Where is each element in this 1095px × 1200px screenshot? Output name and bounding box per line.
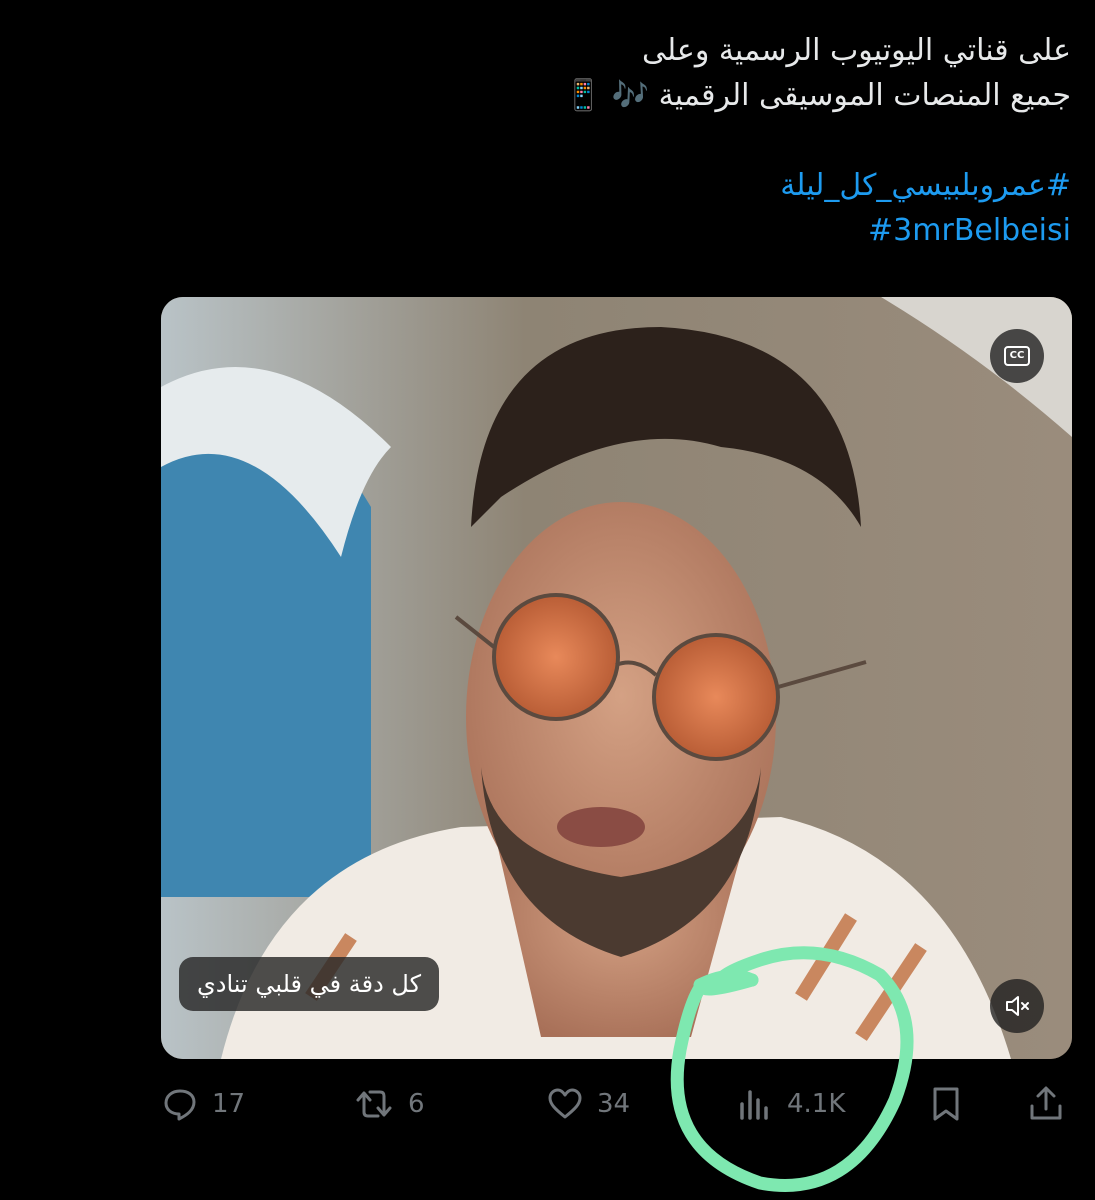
video-frame xyxy=(161,297,1072,1059)
mute-button[interactable] xyxy=(990,979,1044,1033)
repost-count: 6 xyxy=(408,1089,425,1119)
captions-button[interactable]: CC xyxy=(990,329,1044,383)
tweet-line-2: جميع المنصات الموسيقى الرقمية 🎶 📱 xyxy=(564,78,1071,113)
hashtag-latin-link[interactable]: #3mrBelbeisi xyxy=(171,208,1071,253)
views-icon xyxy=(740,1090,768,1120)
bookmark-icon xyxy=(933,1087,959,1121)
tweet-text: على قناتي اليوتيوب الرسمية وعلى جميع الم… xyxy=(171,28,1071,253)
views-count: 4.1K xyxy=(787,1089,846,1119)
bookmark-button[interactable] xyxy=(928,1078,964,1130)
reply-button[interactable]: 17 xyxy=(160,1078,245,1130)
share-icon xyxy=(1030,1086,1062,1120)
like-button[interactable]: 34 xyxy=(545,1078,630,1130)
video-subtitle: كل دقة في قلبي تنادي xyxy=(179,957,439,1011)
mute-icon xyxy=(1006,996,1029,1016)
reply-count: 17 xyxy=(212,1089,246,1119)
share-button[interactable] xyxy=(1026,1078,1066,1130)
views-button[interactable]: 4.1K xyxy=(735,1078,845,1130)
video-player[interactable]: CC كل دقة في قلبي تنادي xyxy=(161,297,1072,1059)
like-icon xyxy=(548,1088,582,1119)
tweet-line-1: على قناتي اليوتيوب الرسمية وعلى xyxy=(641,33,1071,68)
reply-icon xyxy=(164,1089,196,1121)
cc-icon: CC xyxy=(1004,346,1030,366)
repost-icon xyxy=(356,1090,392,1118)
tweet-action-bar: 17 6 34 4.1K xyxy=(0,1078,1095,1130)
hashtag-arabic-link[interactable]: #عمروبلبيسي_كل_ليلة xyxy=(171,163,1071,208)
like-count: 34 xyxy=(597,1089,631,1119)
repost-button[interactable]: 6 xyxy=(352,1078,425,1130)
